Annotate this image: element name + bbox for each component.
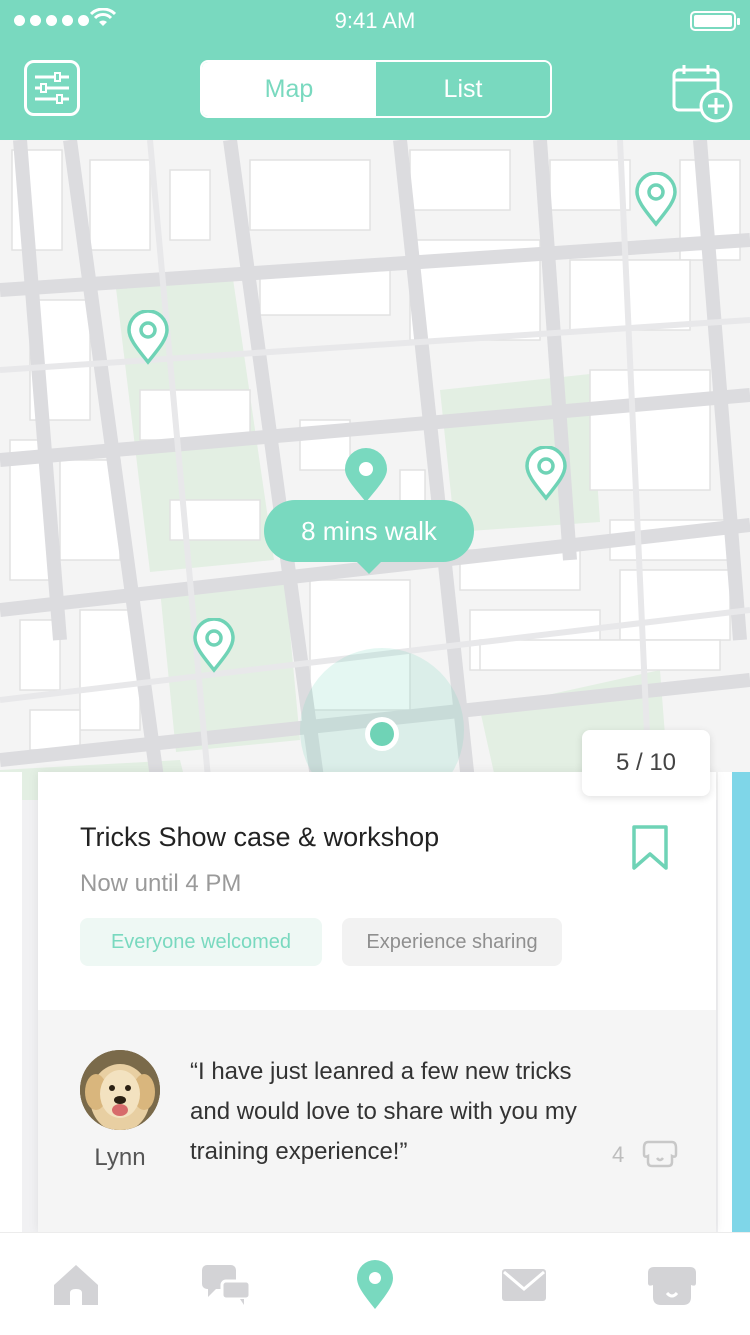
home-icon[interactable] xyxy=(50,1259,102,1311)
dog-ear-icon[interactable] xyxy=(642,1136,678,1168)
location-pin-icon[interactable] xyxy=(633,172,679,228)
event-title: Tricks Show case & workshop xyxy=(80,822,440,852)
location-pin-icon[interactable] xyxy=(191,618,237,674)
dog-icon[interactable] xyxy=(646,1259,698,1311)
location-icon[interactable] xyxy=(349,1259,401,1311)
comment-section: Lynn “I have just leanred a few new tric… xyxy=(38,1010,716,1232)
sliders-icon xyxy=(35,72,69,104)
location-pin-icon[interactable] xyxy=(125,310,171,366)
add-event-button[interactable] xyxy=(670,62,734,124)
tag-everyone-welcomed[interactable]: Everyone welcomed xyxy=(80,918,322,966)
chat-icon[interactable] xyxy=(200,1259,252,1311)
current-location-dot xyxy=(365,717,399,751)
next-card-peek[interactable] xyxy=(718,772,750,1232)
tag-experience-sharing[interactable]: Experience sharing xyxy=(342,918,562,966)
view-toggle: Map List xyxy=(200,60,552,118)
battery-icon xyxy=(690,11,740,31)
event-time: Now until 4 PM xyxy=(80,870,242,897)
prev-card-peek[interactable] xyxy=(0,772,22,1232)
walk-time-bubble: 8 mins walk xyxy=(264,500,474,574)
map-view[interactable]: 8 mins walk xyxy=(0,140,750,800)
calendar-add-icon xyxy=(672,65,733,123)
bookmark-icon[interactable] xyxy=(630,824,670,872)
like-count: 4 xyxy=(612,1142,625,1167)
status-bar: 9:41 AM xyxy=(0,0,750,44)
filter-button[interactable] xyxy=(24,60,80,116)
location-pin-icon[interactable] xyxy=(523,446,569,502)
status-time: 9:41 AM xyxy=(334,8,416,33)
tab-map[interactable]: Map xyxy=(202,62,376,116)
tab-list[interactable]: List xyxy=(376,62,550,116)
avatar[interactable] xyxy=(80,1050,160,1130)
card-pager: 5 / 10 xyxy=(582,730,710,796)
commenter-name: Lynn xyxy=(94,1144,146,1171)
mail-icon[interactable] xyxy=(498,1259,550,1311)
comment-text: “I have just leanred a few new tricks an… xyxy=(190,1058,577,1165)
selected-location-pin-icon[interactable] xyxy=(343,448,389,504)
dog-avatar-image xyxy=(80,1050,160,1130)
event-card[interactable]: Tricks Show case & workshop Now until 4 … xyxy=(38,772,716,1232)
bottom-tab-bar xyxy=(0,1232,750,1335)
